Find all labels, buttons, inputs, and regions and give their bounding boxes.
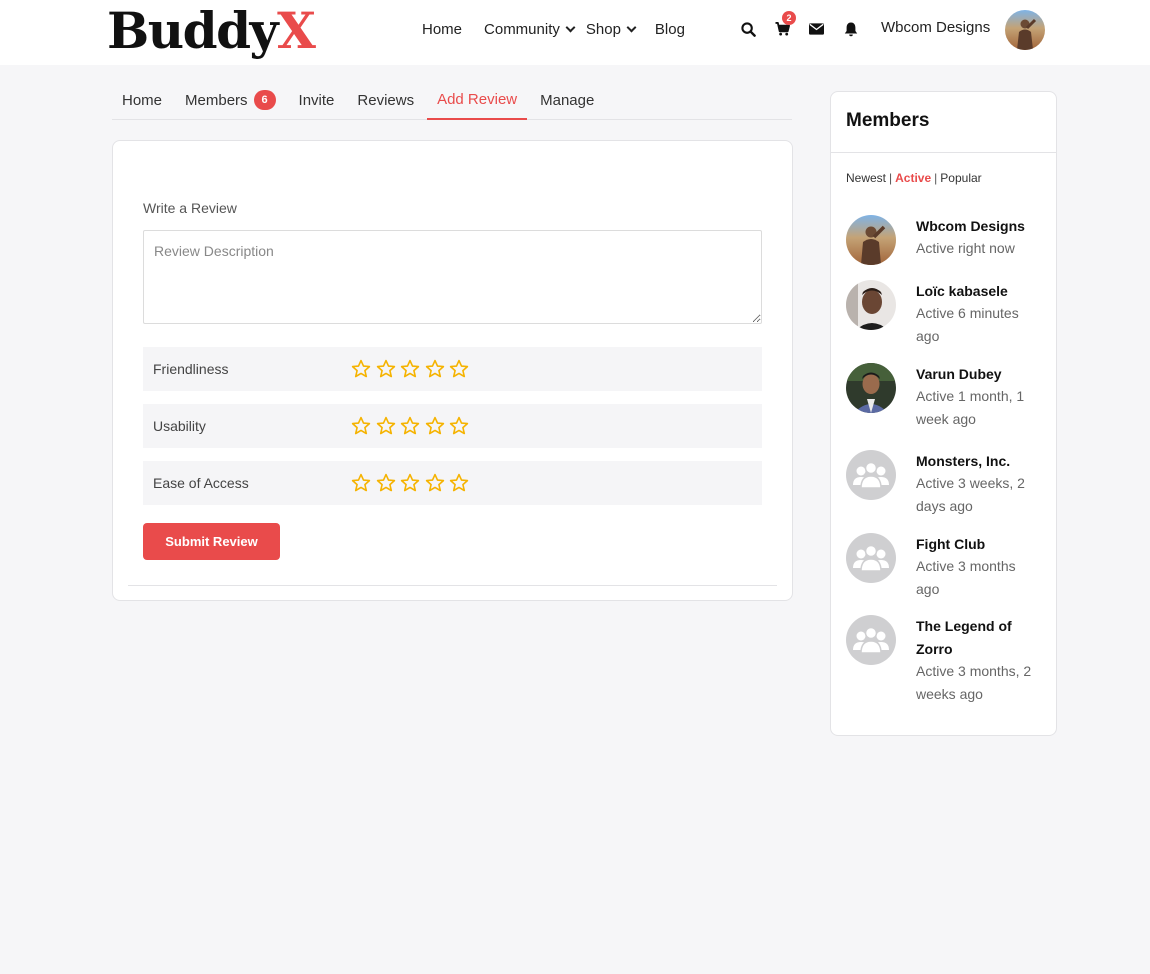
rating-label: Ease of Access: [153, 475, 249, 491]
group-avatar-icon[interactable]: [846, 615, 896, 665]
nav-home-label: Home: [422, 20, 463, 38]
star-rating: [351, 416, 474, 436]
rating-label: Usability: [153, 418, 206, 434]
tab-members[interactable]: Members 6: [175, 80, 286, 120]
filter-newest[interactable]: Newest: [846, 171, 886, 185]
star-icon[interactable]: [351, 359, 371, 379]
member-name[interactable]: Monsters, Inc.: [916, 450, 1041, 473]
filter-separator: |: [934, 171, 938, 185]
tab-reviews[interactable]: Reviews: [347, 80, 424, 120]
member-avatar[interactable]: [846, 280, 896, 330]
member-name[interactable]: Wbcom Designs: [916, 215, 1041, 238]
member-name[interactable]: Loïc kabasele: [916, 280, 1041, 303]
tab-invite[interactable]: Invite: [289, 80, 345, 120]
chevron-down-icon: [626, 22, 637, 32]
star-icon[interactable]: [376, 359, 396, 379]
star-icon[interactable]: [425, 359, 445, 379]
user-name-link[interactable]: Wbcom Designs: [881, 19, 990, 36]
group-tabs: Home Members 6 Invite Reviews Add Review …: [112, 80, 792, 120]
member-name[interactable]: Varun Dubey: [916, 363, 1041, 386]
envelope-icon[interactable]: [808, 21, 825, 38]
nav-home[interactable]: Home: [422, 21, 462, 38]
member-name[interactable]: Fight Club: [916, 533, 1041, 556]
member-name[interactable]: The Legend of Zorro: [916, 615, 1041, 661]
member-avatar[interactable]: [846, 215, 896, 265]
cart-icon[interactable]: 2: [774, 10, 796, 38]
tab-reviews-label: Reviews: [357, 91, 415, 109]
card-divider: [128, 585, 777, 586]
nav-community[interactable]: Community: [484, 20, 576, 38]
logo-text: Buddy: [107, 1, 279, 60]
star-icon[interactable]: [400, 473, 420, 493]
tab-invite-label: Invite: [298, 91, 335, 109]
members-count-badge: 6: [253, 90, 276, 110]
tab-manage-label: Manage: [540, 91, 595, 109]
tab-add-review[interactable]: Add Review: [427, 80, 528, 120]
review-form-card: Write a Review Friendliness Usability Ea…: [112, 140, 793, 601]
nav-shop-label: Shop: [585, 20, 621, 38]
rating-row-usability: Usability: [143, 404, 762, 448]
group-avatar-icon[interactable]: [846, 533, 896, 583]
star-icon[interactable]: [351, 416, 371, 436]
widget-divider: [831, 152, 1056, 153]
star-icon[interactable]: [400, 359, 420, 379]
star-icon[interactable]: [351, 473, 371, 493]
filter-active[interactable]: Active: [895, 171, 931, 185]
cart-count-badge: 2: [782, 10, 796, 25]
site-header: BuddyX Home Community Shop Blog 2 Wbcom …: [0, 0, 1150, 65]
user-avatar[interactable]: [1005, 10, 1045, 50]
star-icon[interactable]: [400, 416, 420, 436]
site-logo[interactable]: BuddyX: [107, 1, 316, 60]
member-status: Active 6 minutes ago: [916, 305, 1019, 344]
tab-add-review-label: Add Review: [437, 90, 518, 108]
member-filters: Newest | Active | Popular: [846, 171, 982, 185]
member-status: Active 1 month, 1 week ago: [916, 388, 1025, 427]
members-widget: Members Newest | Active | Popular Wbcom Desi…: [830, 91, 1057, 736]
tab-members-label: Members: [185, 91, 248, 109]
nav-blog-label: Blog: [654, 20, 685, 38]
write-review-label: Write a Review: [143, 200, 237, 216]
star-rating: [351, 473, 474, 493]
rating-row-friendliness: Friendliness: [143, 347, 762, 391]
widget-title: Members: [846, 110, 930, 131]
bell-icon[interactable]: [842, 21, 859, 38]
group-avatar-icon[interactable]: [846, 450, 896, 500]
tab-home-label: Home: [122, 91, 163, 109]
chevron-down-icon: [565, 22, 576, 32]
member-status: Active 3 weeks, 2 days ago: [916, 475, 1025, 514]
nav-blog[interactable]: Blog: [655, 21, 685, 38]
main-nav: Home Community Shop Blog: [422, 0, 707, 58]
header-icons: 2: [740, 0, 876, 58]
search-icon[interactable]: [740, 21, 757, 38]
member-avatar[interactable]: [846, 363, 896, 413]
star-icon[interactable]: [425, 416, 445, 436]
logo-accent: X: [277, 1, 316, 60]
star-icon[interactable]: [425, 473, 445, 493]
member-status: Active right now: [916, 240, 1015, 256]
filter-popular[interactable]: Popular: [940, 171, 981, 185]
star-icon[interactable]: [376, 473, 396, 493]
tab-home[interactable]: Home: [112, 80, 172, 120]
member-status: Active 3 months, 2 weeks ago: [916, 663, 1032, 702]
filter-separator: |: [889, 171, 893, 185]
member-status: Active 3 months ago: [916, 558, 1016, 597]
submit-review-button[interactable]: Submit Review: [143, 523, 280, 560]
rating-row-ease-of-access: Ease of Access: [143, 461, 762, 505]
star-rating: [351, 359, 474, 379]
nav-shop[interactable]: Shop: [585, 20, 637, 38]
star-icon[interactable]: [449, 359, 469, 379]
tab-manage[interactable]: Manage: [530, 80, 604, 120]
nav-community-label: Community: [484, 20, 560, 38]
rating-label: Friendliness: [153, 361, 229, 377]
review-description-input[interactable]: [143, 230, 762, 324]
star-icon[interactable]: [449, 416, 469, 436]
star-icon[interactable]: [449, 473, 469, 493]
star-icon[interactable]: [376, 416, 396, 436]
